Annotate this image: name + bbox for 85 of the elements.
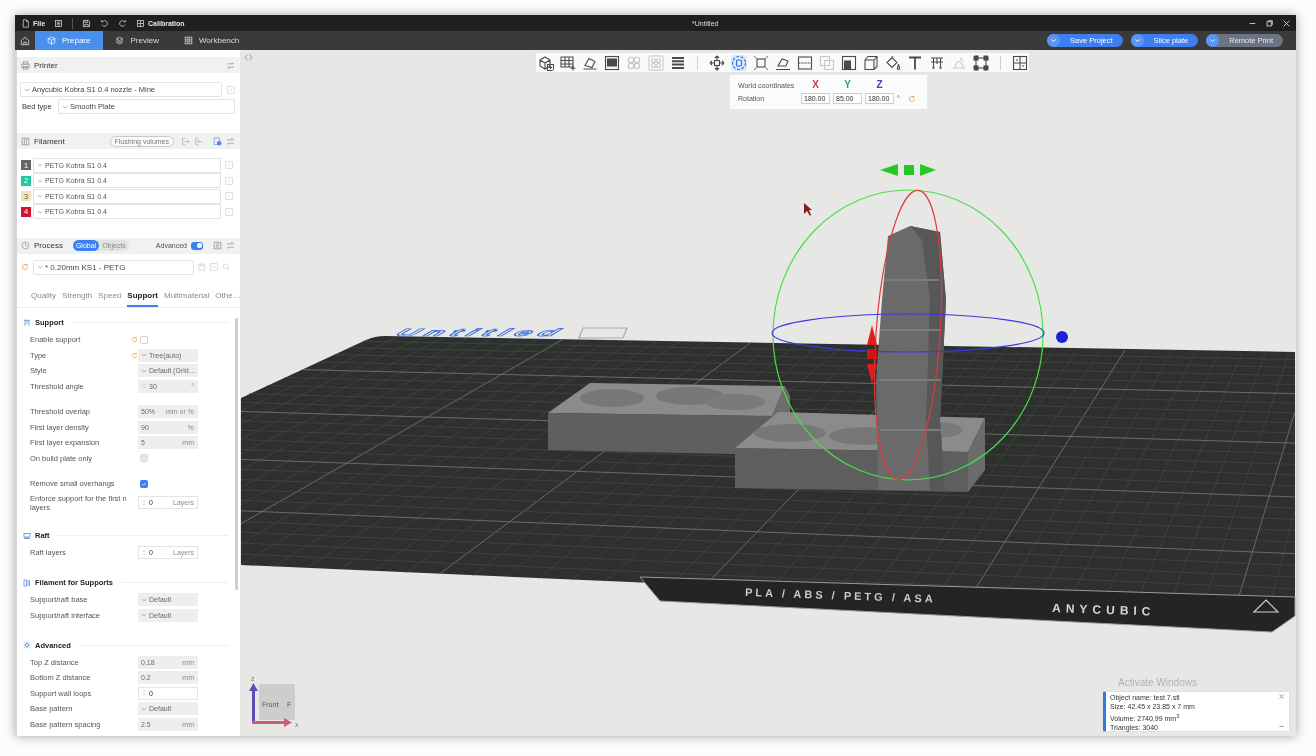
spinner-arrows-icon: [141, 548, 147, 557]
cube-icon: [47, 36, 56, 45]
chevron-down-icon: [1047, 34, 1061, 47]
chevron-down-icon: [37, 177, 43, 184]
checkbox[interactable]: [140, 335, 148, 344]
text-tool-icon[interactable]: [907, 54, 923, 71]
section-title: Filament: [34, 136, 65, 146]
document-icon: [21, 18, 30, 28]
settings-tab[interactable]: Othe…: [215, 288, 240, 307]
square-fill-icon[interactable]: [841, 54, 857, 71]
spinner-arrows-icon: [141, 498, 147, 507]
scale-icon[interactable]: [753, 54, 769, 71]
home-icon[interactable]: [20, 35, 30, 46]
chevron-down-icon: [1130, 34, 1144, 47]
axis-handle-icon[interactable]: [1056, 331, 1068, 343]
section-title: Printer: [34, 60, 58, 70]
bed-logo-text: ANYCUBIC: [1051, 601, 1156, 619]
section-title: Process: [34, 241, 63, 250]
grid-square-icon: [136, 18, 146, 28]
add-cube-icon[interactable]: [538, 54, 554, 71]
chevron-down-icon: [141, 705, 147, 712]
maximize-icon[interactable]: [1266, 19, 1273, 27]
platform-icon: [23, 531, 31, 540]
scaffold-icon[interactable]: [929, 54, 945, 71]
picture-icon[interactable]: [604, 54, 620, 71]
undo-icon[interactable]: [100, 18, 110, 28]
cut-icon[interactable]: [797, 54, 813, 71]
chevron-down-icon: [1206, 34, 1220, 47]
column-model[interactable]: [876, 226, 946, 490]
chevron-down-icon: [141, 612, 147, 619]
chevron-down-icon: [141, 352, 147, 359]
plate-name-label[interactable]: Untitled: [391, 326, 572, 339]
box-icon[interactable]: [863, 54, 879, 71]
tray-model[interactable]: [548, 383, 790, 455]
axis-label: Y: [844, 80, 851, 90]
gear-icon: [23, 641, 31, 649]
grid-icon: [183, 36, 193, 45]
checkbox[interactable]: [140, 479, 148, 488]
chevron-down-icon: [37, 264, 43, 270]
advanced-toggle[interactable]: [191, 241, 203, 250]
process-preset-dropdown[interactable]: * 0.20mm KS1 - PETG: [33, 259, 194, 275]
chevron-down-icon: [37, 193, 43, 199]
chevron-down-icon: [141, 367, 147, 374]
bed-label: PLA / ABS / PETG / ASA: [744, 586, 936, 605]
settings-tab[interactable]: Quality: [31, 288, 56, 307]
mode-tab[interactable]: Workbench: [171, 31, 253, 50]
redo-icon[interactable]: [118, 18, 128, 28]
printer-icon: [21, 60, 30, 70]
settings-tab[interactable]: Multimaterial: [163, 288, 210, 307]
columns-icon: [21, 136, 30, 146]
document-badge-icon[interactable]: [213, 136, 222, 146]
rotation-gizmo[interactable]: [771, 189, 1045, 481]
mode-tab[interactable]: Prepare: [35, 31, 104, 50]
save-icon[interactable]: [82, 18, 92, 28]
grid-square-icon[interactable]: [1012, 54, 1028, 71]
checkmark-icon: [141, 480, 147, 487]
spinner-arrows-icon: [141, 689, 147, 698]
layers-icon: [115, 36, 125, 45]
mode-tab[interactable]: Preview: [103, 31, 172, 50]
spinner-arrows-icon: [141, 382, 147, 391]
settings-tab[interactable]: Support: [127, 288, 158, 307]
layers-icon[interactable]: [670, 54, 686, 71]
collapse-sidebar-icon[interactable]: [244, 53, 253, 62]
settings-tab[interactable]: Strength: [61, 288, 93, 307]
chevron-down-icon: [141, 596, 147, 603]
triangle-logo-icon: [1252, 599, 1280, 613]
axis-label: X: [812, 80, 819, 90]
chevron-down-icon: [37, 208, 43, 215]
rotate-icon[interactable]: [731, 54, 747, 71]
settings-tab[interactable]: Speed: [98, 288, 122, 307]
move-icon[interactable]: [709, 54, 725, 71]
frame-corners-icon[interactable]: [973, 54, 989, 71]
paint-bucket-icon[interactable]: [885, 54, 901, 71]
pillars-icon: [23, 318, 31, 327]
mouse-cursor-icon: [804, 203, 812, 216]
chevron-down-icon: [62, 103, 68, 110]
axis-label: Z: [876, 80, 883, 90]
view-cube[interactable]: [259, 684, 295, 720]
clock-icon: [21, 241, 30, 250]
chevron-down-icon: [24, 86, 30, 93]
chevron-down-icon: [37, 162, 43, 168]
bars-icon: [23, 578, 31, 587]
axis-arrow-icon[interactable]: [867, 325, 877, 384]
add-grid-icon[interactable]: [560, 54, 576, 71]
scrollbar-thumb[interactable]: [235, 317, 238, 590]
